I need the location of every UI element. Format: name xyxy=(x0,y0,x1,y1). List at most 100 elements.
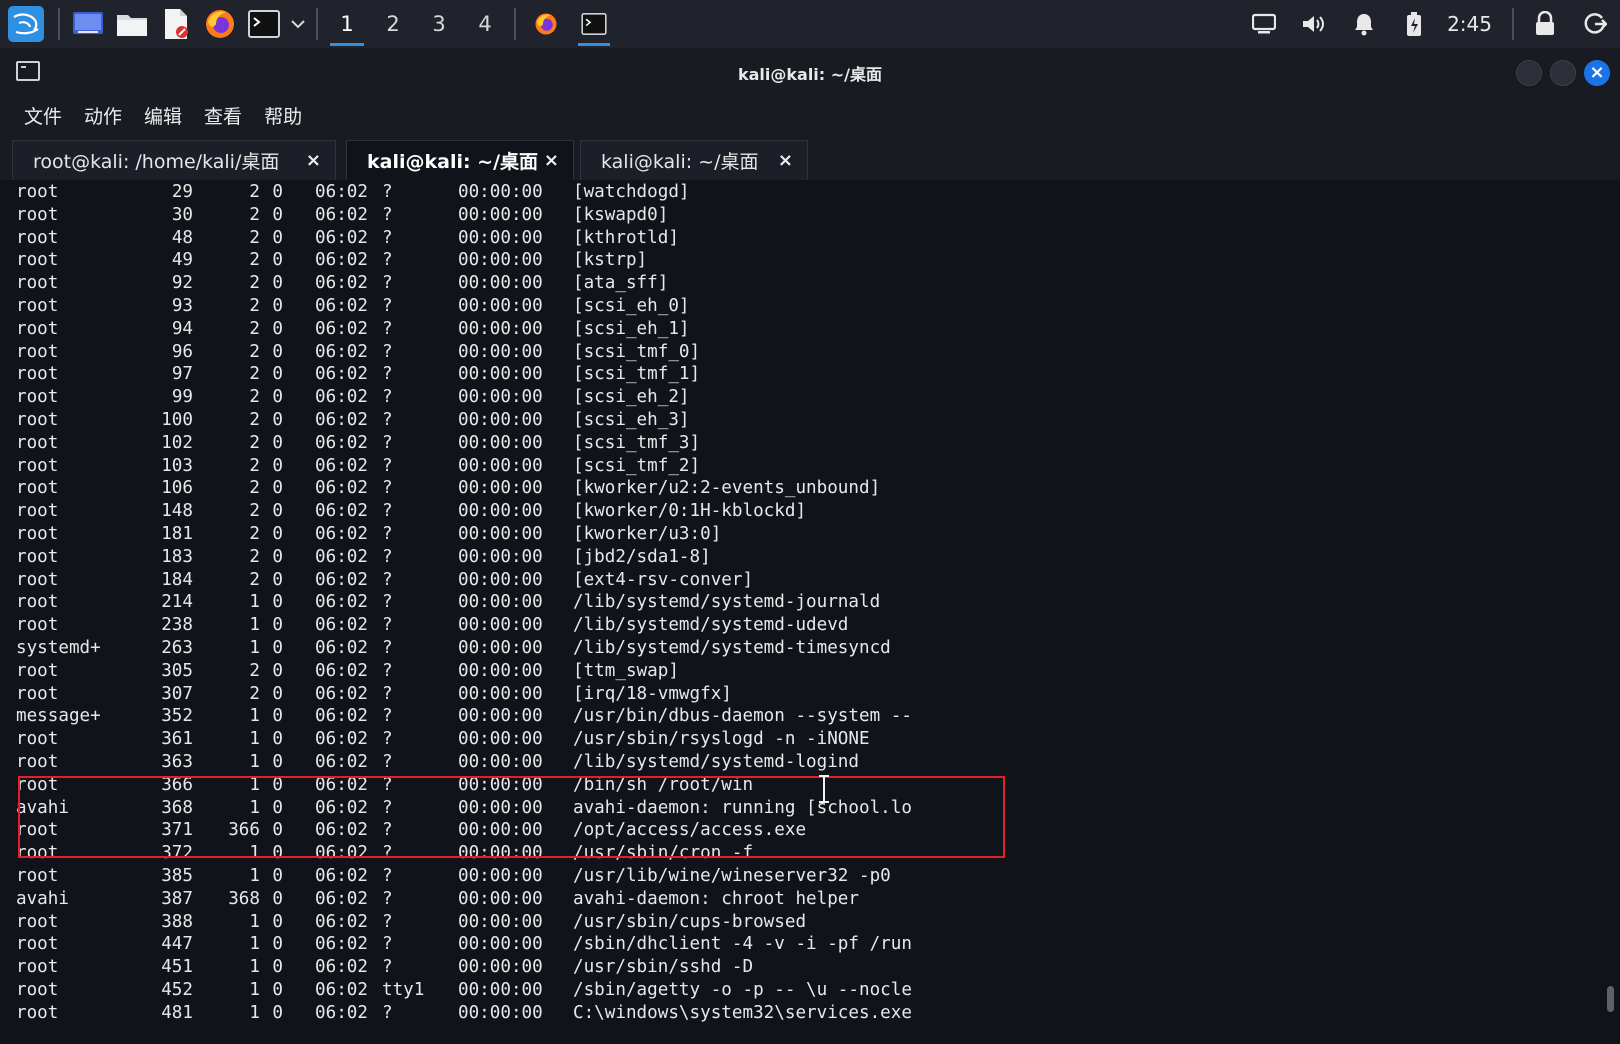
menu-actions[interactable]: 动作 xyxy=(84,102,122,129)
process-time: 00:00:00 xyxy=(458,273,543,294)
lock-icon[interactable] xyxy=(1520,0,1570,48)
process-c: 0 xyxy=(272,409,283,430)
process-tty: ? xyxy=(382,204,393,225)
menu-file[interactable]: 文件 xyxy=(24,102,62,129)
kali-menu-icon[interactable] xyxy=(0,0,52,48)
process-user: root xyxy=(16,432,59,453)
process-tty: ? xyxy=(382,934,393,955)
show-desktop-icon[interactable] xyxy=(66,0,110,48)
tab-close-icon[interactable]: × xyxy=(306,150,321,171)
process-pid: 361 xyxy=(161,729,193,750)
process-time: 00:00:00 xyxy=(458,1002,543,1023)
minimize-button[interactable] xyxy=(1516,60,1542,86)
process-tty: ? xyxy=(382,501,393,522)
tab-kali-desktop-active[interactable]: kali@kali: ~/桌面 × xyxy=(346,140,574,180)
terminal-output[interactable]: root 29 2 0 06:02? 00:00:00 [watchdogd] root 30 2… xyxy=(0,180,1620,1044)
process-c: 0 xyxy=(272,843,283,864)
tab-kali-desktop[interactable]: kali@kali: ~/桌面 × xyxy=(580,140,808,180)
process-time: 00:00:00 xyxy=(458,409,543,430)
menu-edit[interactable]: 编辑 xyxy=(144,102,182,129)
scrollbar-thumb[interactable] xyxy=(1607,986,1614,1012)
process-user: avahi xyxy=(16,888,69,909)
tab-root-home-desktop[interactable]: root@kali: /home/kali/桌面 × xyxy=(12,140,336,180)
tab-close-icon[interactable]: × xyxy=(544,150,559,171)
tab-label: kali@kali: ~/桌面 xyxy=(367,151,539,173)
process-stime: 06:02 xyxy=(315,432,368,453)
process-ppid: 2 xyxy=(249,318,260,339)
process-cmd: avahi-daemon: running [school.lo xyxy=(573,797,912,818)
battery-charging-icon[interactable] xyxy=(1389,0,1439,48)
process-pid: 387 xyxy=(161,888,193,909)
process-time: 00:00:00 xyxy=(458,774,543,795)
process-tty: ? xyxy=(382,523,393,544)
process-stime: 06:02 xyxy=(315,820,368,841)
process-c: 0 xyxy=(272,865,283,886)
process-ppid: 2 xyxy=(249,227,260,248)
firefox-icon[interactable] xyxy=(198,0,242,48)
process-cmd: [ext4-rsv-conver] xyxy=(573,569,754,590)
process-stime: 06:02 xyxy=(315,318,368,339)
process-ppid: 2 xyxy=(249,295,260,316)
process-pid: 181 xyxy=(161,523,193,544)
process-user: root xyxy=(16,387,59,408)
title-bar[interactable]: kali@kali: ~/桌面 × xyxy=(0,48,1620,96)
process-stime: 06:02 xyxy=(315,250,368,271)
process-c: 0 xyxy=(272,227,283,248)
text-editor-icon[interactable] xyxy=(154,0,198,48)
process-cmd: [kswapd0] xyxy=(573,204,669,225)
process-c: 0 xyxy=(272,637,283,658)
process-time: 00:00:00 xyxy=(458,729,543,750)
tab-close-icon[interactable]: × xyxy=(778,150,793,171)
display-icon[interactable] xyxy=(1239,0,1289,48)
process-row: root 97 2 0 06:02? 00:00:00 [scsi_tmf_1] xyxy=(16,363,1620,386)
firefox-icon xyxy=(535,13,557,35)
process-c: 0 xyxy=(272,592,283,613)
logout-icon[interactable] xyxy=(1570,0,1620,48)
process-user: root xyxy=(16,843,59,864)
process-time: 00:00:00 xyxy=(458,979,543,1000)
process-ppid: 2 xyxy=(249,364,260,385)
menu-view[interactable]: 查看 xyxy=(204,102,242,129)
workspace-4[interactable]: 4 xyxy=(462,0,508,48)
process-row: root 214 1 0 06:02? 00:00:00/lib/systemd/syst… xyxy=(16,591,1620,614)
maximize-button[interactable] xyxy=(1550,60,1576,86)
process-user: root xyxy=(16,546,59,567)
process-time: 00:00:00 xyxy=(458,523,543,544)
menu-help[interactable]: 帮助 xyxy=(264,102,302,129)
process-pid: 93 xyxy=(171,295,193,316)
process-ppid: 1 xyxy=(249,706,260,727)
workspace-label: 2 xyxy=(386,12,400,36)
process-tty: ? xyxy=(382,569,393,590)
workspace-1[interactable]: 1 xyxy=(324,0,370,48)
process-pid: 363 xyxy=(161,751,193,772)
process-row: root 93 2 0 06:02? 00:00:00 [scsi_eh_0] xyxy=(16,295,1620,318)
process-ppid: 1 xyxy=(249,934,260,955)
process-stime: 06:02 xyxy=(315,227,368,248)
chevron-down-icon[interactable] xyxy=(286,0,310,48)
process-ppid: 2 xyxy=(249,409,260,430)
process-cmd: [irq/18-vmwgfx] xyxy=(573,683,732,704)
process-tty: ? xyxy=(382,865,393,886)
task-terminal[interactable] xyxy=(570,0,618,48)
clock[interactable]: 2:45 xyxy=(1439,12,1506,36)
process-stime: 06:02 xyxy=(315,364,368,385)
process-tty: ? xyxy=(382,1002,393,1023)
process-user: root xyxy=(16,820,59,841)
close-button[interactable]: × xyxy=(1584,60,1610,86)
process-time: 00:00:00 xyxy=(458,250,543,271)
notification-bell-icon[interactable] xyxy=(1339,0,1389,48)
terminal-launcher-icon[interactable] xyxy=(242,0,286,48)
workspace-3[interactable]: 3 xyxy=(416,0,462,48)
workspace-2[interactable]: 2 xyxy=(370,0,416,48)
process-cmd: [scsi_tmf_1] xyxy=(573,364,701,385)
volume-icon[interactable] xyxy=(1289,0,1339,48)
process-c: 0 xyxy=(272,957,283,978)
process-user: root xyxy=(16,865,59,886)
process-user: root xyxy=(16,1002,59,1023)
process-cmd: [scsi_eh_1] xyxy=(573,318,690,339)
process-pid: 30 xyxy=(171,204,193,225)
process-user: avahi xyxy=(16,797,69,818)
task-firefox[interactable] xyxy=(522,0,570,48)
process-tty: ? xyxy=(382,250,393,271)
file-manager-icon[interactable] xyxy=(110,0,154,48)
